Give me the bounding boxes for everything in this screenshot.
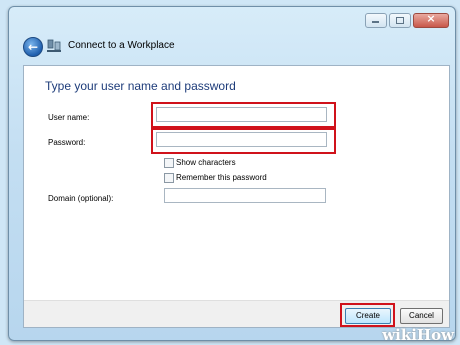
show-characters-label: Show characters — [176, 158, 236, 167]
window-title: Connect to a Workplace — [68, 40, 175, 51]
remember-password-label: Remember this password — [176, 173, 267, 182]
password-highlight-box — [151, 128, 336, 154]
minimize-button[interactable] — [365, 13, 387, 28]
network-connection-icon — [47, 39, 61, 52]
password-label: Password: — [48, 138, 86, 147]
show-characters-checkbox[interactable] — [164, 158, 174, 168]
username-label: User name: — [48, 113, 90, 122]
maximize-button[interactable] — [389, 13, 411, 28]
minimize-icon — [372, 21, 379, 23]
wikihow-watermark: wikiHow — [382, 326, 454, 344]
page-heading: Type your user name and password — [45, 79, 236, 93]
close-icon: × — [426, 12, 436, 25]
domain-label: Domain (optional): — [48, 194, 114, 203]
remember-password-checkbox[interactable] — [164, 173, 174, 183]
domain-input[interactable] — [164, 188, 326, 203]
button-bar: Create Cancel — [24, 300, 449, 327]
close-button[interactable]: × — [413, 12, 449, 28]
content-panel: Type your user name and password User na… — [23, 65, 450, 328]
username-highlight-box — [151, 102, 336, 128]
maximize-icon — [396, 17, 404, 24]
caption-buttons: × — [365, 12, 449, 28]
create-highlight-box — [340, 303, 395, 327]
back-button[interactable]: ← — [23, 37, 43, 57]
cancel-button[interactable]: Cancel — [400, 308, 443, 324]
dialog-window: × ← Connect to a Workplace Type your use… — [8, 6, 456, 341]
